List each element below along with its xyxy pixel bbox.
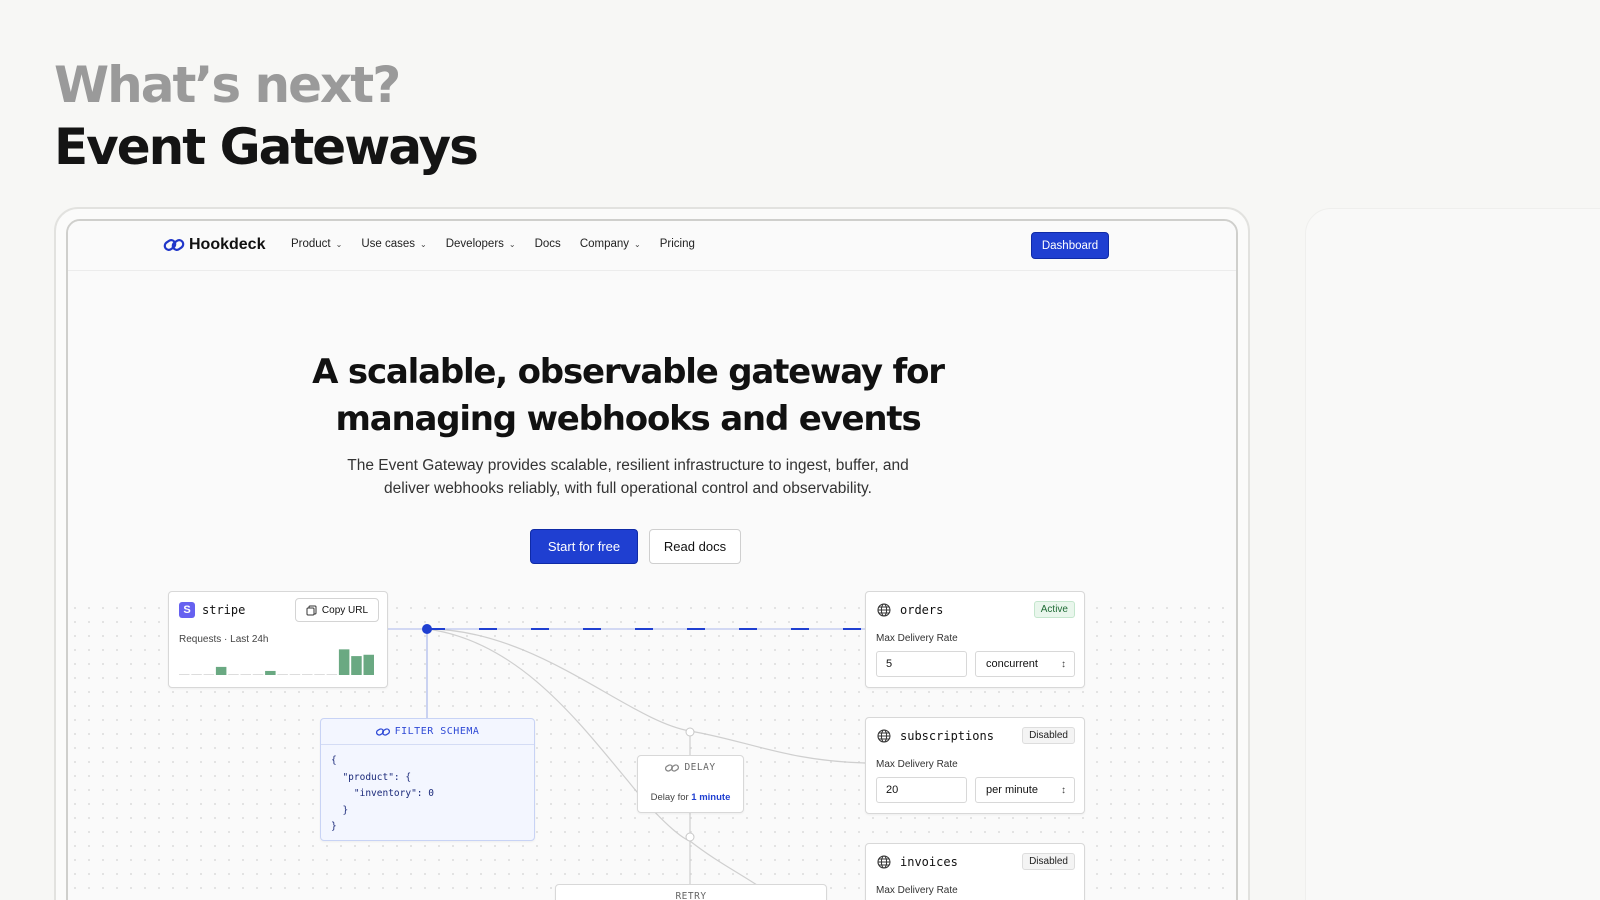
hero-subtitle-line-1: The Event Gateway provides scalable, res… — [347, 457, 909, 474]
slide-eyebrow: What’s next? — [54, 56, 401, 114]
delay-body: Delay for 1 minute — [638, 792, 743, 803]
nav-links: Product ⌄ Use cases ⌄ Developers ⌄ Docs Com… — [291, 238, 714, 250]
rate-label: Max Delivery Rate — [876, 885, 958, 896]
retry-label: RETRY — [675, 891, 707, 900]
chevron-down-icon: ⌄ — [508, 239, 516, 249]
copy-url-label: Copy URL — [321, 604, 369, 616]
nav-item-pricing[interactable]: Pricing — [660, 238, 695, 250]
requests-bar — [351, 656, 362, 675]
globe-icon — [877, 729, 891, 743]
nav-item-product[interactable]: Product ⌄ — [291, 238, 342, 250]
start-for-free-button[interactable]: Start for free — [530, 529, 638, 564]
hookdeck-logo[interactable]: Hookdeck — [163, 236, 265, 254]
rate-unit-select[interactable]: per minute ↕ — [975, 777, 1075, 803]
requests-bar-empty — [314, 674, 325, 675]
delay-prefix: Delay for — [650, 792, 689, 803]
rate-value-input[interactable]: 20 — [876, 777, 967, 803]
copy-icon — [306, 605, 317, 615]
rate-value-input[interactable]: 5 — [876, 651, 967, 677]
stripe-logo-icon: S — [179, 602, 195, 618]
nav-item-label: Pricing — [659, 238, 695, 250]
rate-label: Max Delivery Rate — [876, 633, 958, 644]
filter-code: { "product": { "inventory": 0 } } — [331, 755, 434, 832]
requests-bar-empty — [179, 674, 190, 675]
chevron-down-icon: ⌄ — [420, 239, 427, 249]
filter-header: FILTER SCHEMA — [321, 719, 534, 745]
destination-name: subscriptions — [900, 729, 994, 743]
status-badge: Disabled — [1022, 853, 1075, 870]
slide-heading: What’s next? Event Gateways — [54, 56, 479, 180]
nav-item-use-cases[interactable]: Use cases ⌄ — [361, 238, 426, 250]
copy-url-button[interactable]: Copy URL — [295, 598, 379, 622]
destination-card-orders[interactable]: orders Active Max Delivery Rate 5 concur… — [865, 591, 1085, 688]
delay-card[interactable]: DELAY Delay for 1 minute — [637, 755, 744, 813]
rate-unit-value: per minute — [986, 784, 1038, 796]
rate-label: Max Delivery Rate — [876, 759, 958, 770]
logo-text: Hookdeck — [189, 236, 266, 253]
browser-viewport: Hookdeck Product ⌄ Use cases ⌄ Developers ⌄… — [66, 219, 1238, 900]
requests-bar-empty — [228, 674, 239, 675]
requests-bar-empty — [326, 674, 338, 675]
nav-item-label: Developers — [445, 238, 504, 250]
hero-title-line-1: A scalable, observable gateway for — [312, 352, 945, 392]
delay-value: 1 minute — [691, 792, 731, 803]
source-card[interactable]: S stripe Copy URL Requests · Last 24h — [168, 591, 388, 688]
up-down-chevron-icon: ↕ — [1061, 658, 1066, 670]
chevron-down-icon: ⌄ — [335, 239, 343, 249]
requests-label: Requests · Last 24h — [179, 634, 269, 645]
source-name: stripe — [202, 603, 246, 617]
hero-subtitle: The Event Gateway provides scalable, res… — [293, 454, 963, 500]
globe-icon — [877, 855, 891, 869]
requests-bar-empty — [277, 674, 288, 675]
destination-name: invoices — [900, 855, 958, 869]
requests-bar-empty — [252, 674, 264, 675]
requests-bar — [363, 654, 374, 675]
nav-item-docs[interactable]: Docs — [535, 238, 561, 250]
slide-title: Event Gateways — [54, 118, 479, 176]
nav-item-developers[interactable]: Developers ⌄ — [446, 238, 516, 250]
delay-label: DELAY — [684, 762, 716, 773]
status-badge: Disabled — [1022, 727, 1075, 744]
requests-bar — [265, 670, 276, 675]
requests-bar-empty — [203, 674, 215, 675]
nav-item-label: Use cases — [361, 238, 416, 250]
up-down-chevron-icon: ↕ — [1061, 784, 1066, 796]
ghost-device-frame — [1305, 208, 1600, 900]
globe-icon — [877, 603, 891, 617]
rate-unit-select[interactable]: concurrent ↕ — [975, 651, 1075, 677]
hero-subtitle-line-2: deliver webhooks reliably, with full ope… — [384, 480, 872, 497]
read-docs-button[interactable]: Read docs — [649, 529, 741, 564]
nav-item-label: Company — [579, 238, 630, 250]
retry-card[interactable]: RETRY — [555, 884, 827, 900]
filter-schema-card[interactable]: FILTER SCHEMA { "product": { "inventory"… — [320, 718, 535, 841]
hero-title: A scalable, observable gateway for manag… — [218, 349, 1038, 443]
nav-item-label: Docs — [534, 238, 561, 250]
chevron-down-icon: ⌄ — [634, 239, 641, 249]
status-badge: Active — [1033, 601, 1075, 618]
requests-bar — [215, 666, 227, 675]
requests-bar-empty — [191, 674, 202, 675]
requests-bar-empty — [302, 674, 313, 675]
destination-card-subscriptions[interactable]: subscriptions Disabled Max Delivery Rate… — [865, 717, 1085, 814]
chain-link-icon — [163, 239, 185, 251]
site-navbar: Hookdeck Product ⌄ Use cases ⌄ Developers ⌄… — [68, 221, 1236, 271]
dashboard-button[interactable]: Dashboard — [1031, 232, 1109, 259]
destination-name: orders — [900, 603, 944, 617]
delay-header: DELAY — [638, 762, 743, 773]
requests-sparkline — [179, 649, 374, 675]
link-icon — [665, 763, 680, 772]
requests-bar-empty — [289, 674, 301, 675]
link-icon — [375, 727, 390, 736]
nav-item-label: Product — [291, 238, 331, 250]
hero-title-line-2: managing webhooks and events — [335, 399, 921, 439]
destination-card-invoices[interactable]: invoices Disabled Max Delivery Rate — [865, 843, 1085, 900]
requests-bar-empty — [240, 674, 251, 675]
requests-bar — [338, 649, 350, 675]
rate-unit-value: concurrent — [986, 658, 1038, 670]
filter-label: FILTER SCHEMA — [394, 726, 480, 737]
nav-item-company[interactable]: Company ⌄ — [580, 238, 641, 250]
